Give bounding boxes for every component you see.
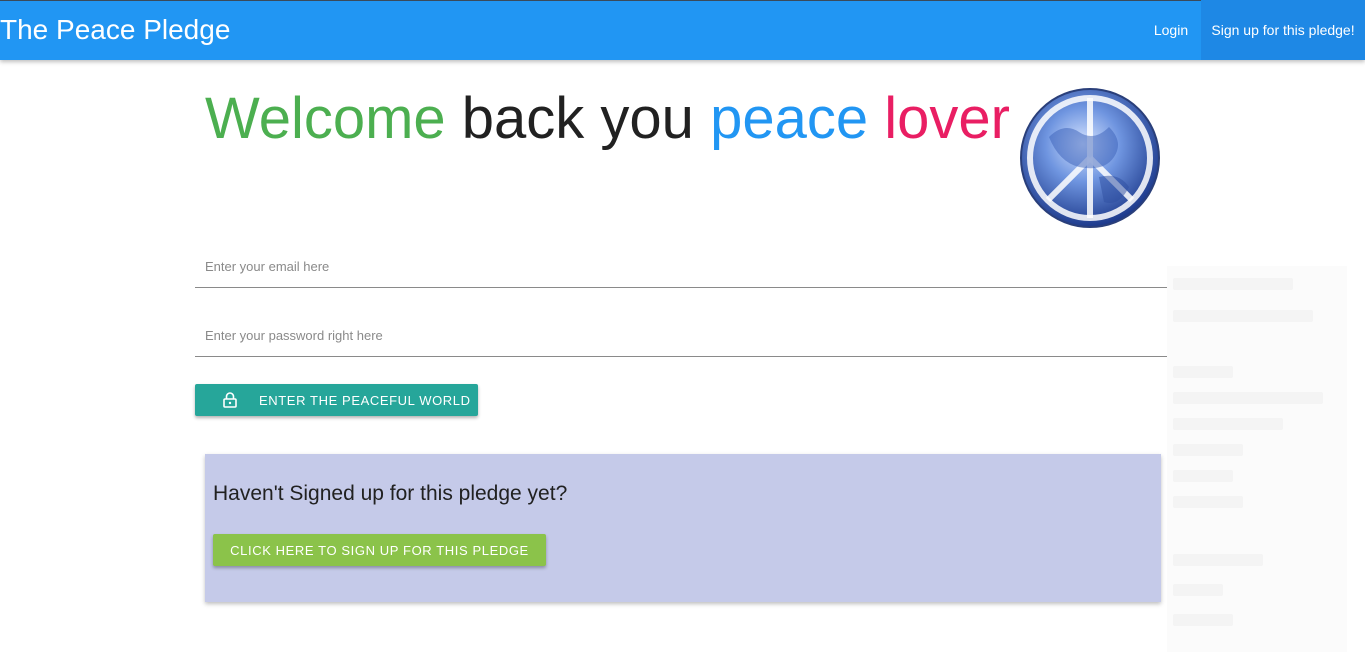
faded-side-panel xyxy=(1167,266,1347,652)
signup-card: Haven't Signed up for this pledge yet? C… xyxy=(205,454,1161,602)
signup-nav-link[interactable]: Sign up for this pledge! xyxy=(1201,0,1365,60)
faded-row xyxy=(1173,470,1233,482)
faded-row xyxy=(1173,584,1223,596)
email-input[interactable] xyxy=(195,246,1171,288)
navbar: The Peace Pledge Login Sign up for this … xyxy=(0,0,1365,60)
peace-word: peace xyxy=(710,86,869,151)
brand-logo-text[interactable]: The Peace Pledge xyxy=(0,13,230,47)
faded-row xyxy=(1173,278,1293,290)
lock-icon xyxy=(223,392,237,408)
faded-row xyxy=(1173,614,1233,626)
faded-row xyxy=(1173,554,1263,566)
peace-globe-icon xyxy=(1020,88,1160,228)
faded-row xyxy=(1173,496,1243,508)
faded-row xyxy=(1173,392,1323,404)
faded-row xyxy=(1173,418,1283,430)
welcome-heading: Welcome back you peace lover xyxy=(205,84,1010,154)
lover-word: lover xyxy=(884,86,1010,151)
faded-row xyxy=(1173,366,1233,378)
signup-question: Haven't Signed up for this pledge yet? xyxy=(213,482,568,505)
enter-button-label: ENTER THE PEACEFUL WORLD xyxy=(259,392,471,408)
back-you-words: back you xyxy=(461,86,694,151)
login-link[interactable]: Login xyxy=(1141,0,1201,60)
faded-row xyxy=(1173,444,1243,456)
enter-peaceful-world-button[interactable]: ENTER THE PEACEFUL WORLD xyxy=(195,384,478,416)
welcome-word: Welcome xyxy=(205,86,446,151)
faded-row xyxy=(1173,310,1313,322)
signup-pledge-button[interactable]: CLICK HERE TO SIGN UP FOR THIS PLEDGE xyxy=(213,534,546,566)
password-input[interactable] xyxy=(195,315,1171,357)
